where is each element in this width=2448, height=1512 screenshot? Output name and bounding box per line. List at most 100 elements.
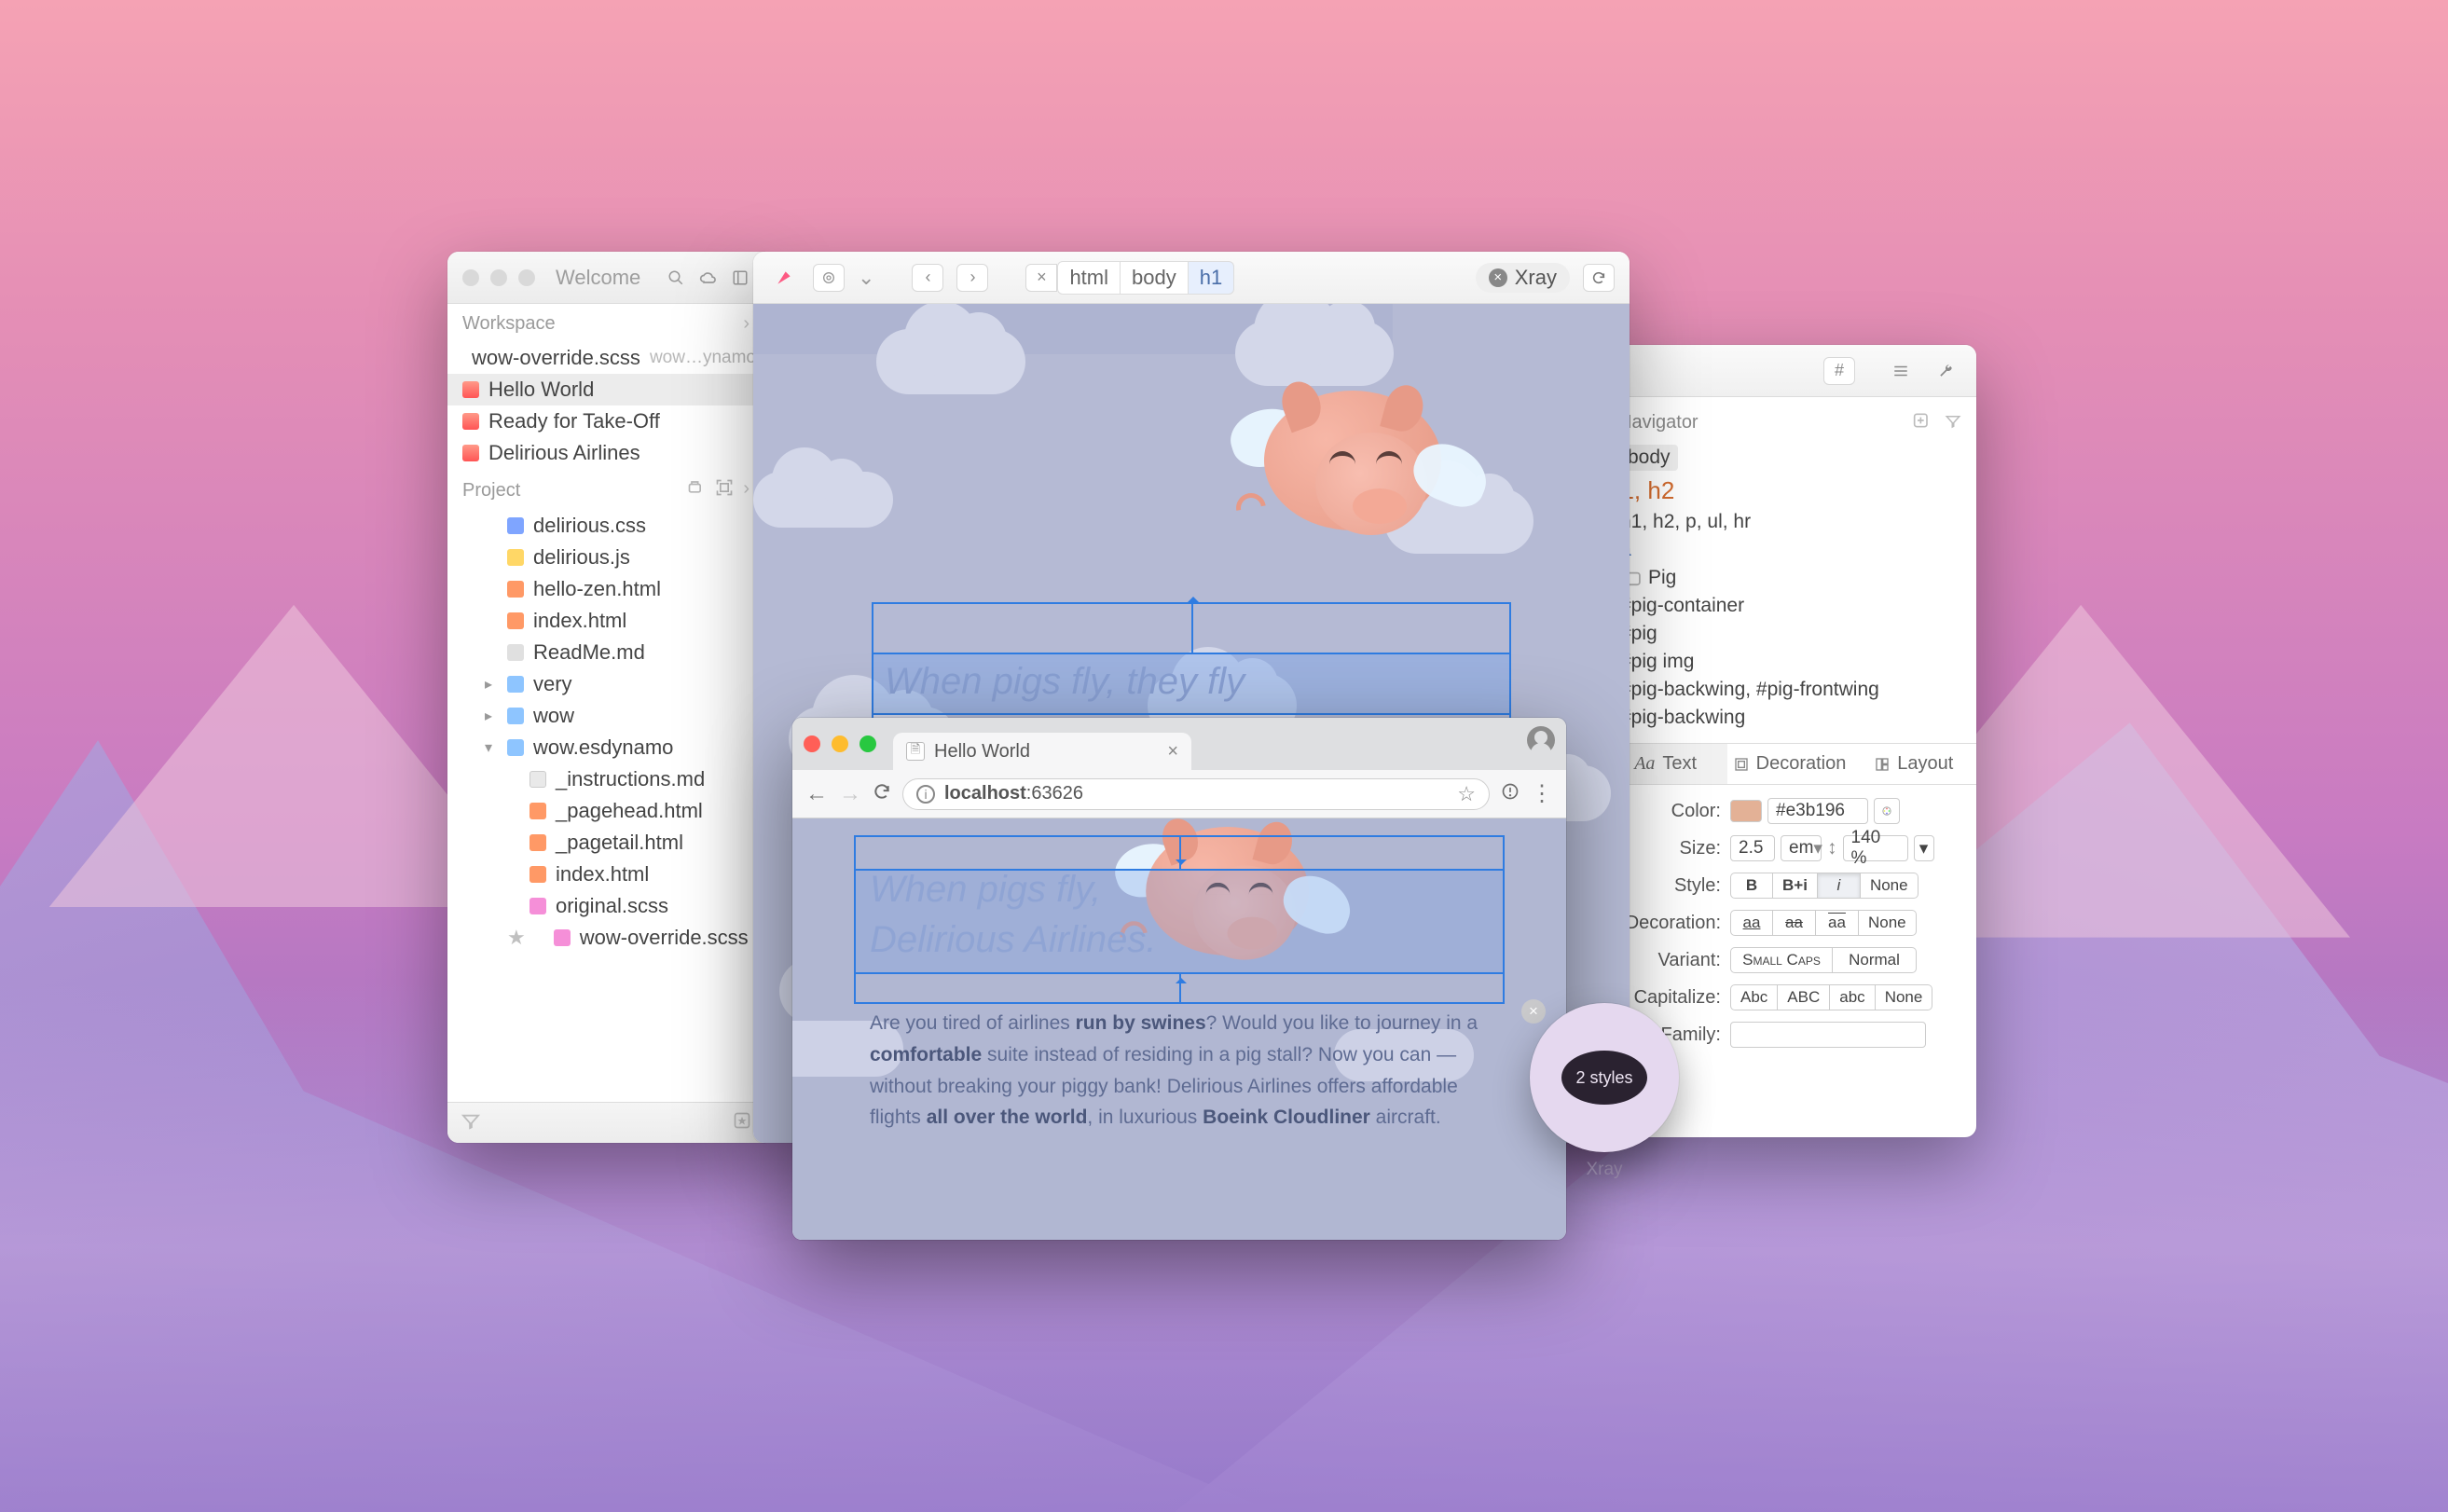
focus-icon[interactable] [715,478,734,502]
project-section-header[interactable]: Project › [447,469,764,510]
project-item[interactable]: ReadMe.md [447,637,764,668]
nav-back-button[interactable]: ← [805,781,828,807]
project-item[interactable]: delirious.css [447,510,764,542]
project-item[interactable]: index.html [447,605,764,637]
selector-item[interactable]: #pig-backwing [1620,704,1960,732]
workspace-item[interactable]: wow-override.scss wow…ynamo [447,342,764,374]
lineheight-field[interactable]: 140 % [1843,835,1908,861]
breadcrumb-html[interactable]: html [1057,261,1121,295]
project-item[interactable]: delirious.js [447,542,764,573]
style-italic[interactable]: i [1818,873,1861,899]
filter-icon[interactable] [461,1111,481,1135]
project-item[interactable]: index.html [447,859,764,890]
reload-button[interactable] [873,781,891,807]
xray-close-icon[interactable]: × [1521,999,1546,1024]
browser-tab[interactable]: 🗎 Hello World × [893,733,1191,770]
selector-item[interactable]: h1, h2, p, ul, hr [1620,508,1960,536]
workspace-section-header[interactable]: Workspace › [447,304,764,342]
deco-none[interactable]: None [1859,910,1917,936]
style-bold[interactable]: B [1730,873,1773,899]
extensions-icon[interactable] [1501,781,1520,807]
nav-forward-button[interactable]: → [839,781,861,807]
deco-overline[interactable]: aa [1816,910,1859,936]
xray-pill[interactable]: × Xray [1476,263,1570,293]
project-item[interactable]: ▸ wow [447,700,764,732]
filter-selectors-icon[interactable] [1945,413,1961,433]
reload-button[interactable] [1583,264,1615,292]
inspector-icon[interactable] [768,264,800,292]
zoom-light[interactable] [518,269,535,286]
project-item[interactable]: ▸ very [447,668,764,700]
cloud-icon[interactable] [699,264,718,292]
url-field[interactable]: i localhost:63626 ☆ [902,778,1490,810]
disclosure-icon[interactable]: ▾ [485,738,498,757]
close-light[interactable] [804,735,820,752]
project-item[interactable]: _pagetail.html [447,827,764,859]
selector-item[interactable]: #pig [1620,620,1960,648]
add-selector-icon[interactable] [1913,413,1937,433]
deco-strike[interactable]: aa [1773,910,1816,936]
color-picker-icon[interactable] [1874,798,1900,824]
close-light[interactable] [462,269,479,286]
selector-item[interactable]: a [1620,536,1960,564]
list-icon[interactable] [1885,357,1917,385]
bookmark-star-icon[interactable]: ☆ [1457,782,1476,806]
tab-layout[interactable]: Layout [1852,744,1976,784]
star-icon[interactable] [733,1111,751,1135]
selector-item[interactable]: #pig img [1620,648,1960,676]
site-info-icon[interactable]: i [916,785,935,804]
project-item[interactable]: ★ wow-override.scss [447,922,764,954]
profile-avatar-icon[interactable] [1527,726,1555,754]
style-none[interactable]: None [1861,873,1919,899]
minimize-light[interactable] [490,269,507,286]
cap-upper[interactable]: ABC [1778,984,1830,1010]
workspace-item[interactable]: Ready for Take-Off [447,405,764,437]
lineheight-unit[interactable]: ▾ [1914,835,1934,861]
zoom-light[interactable] [860,735,876,752]
menu-icon[interactable]: ⋮ [1531,780,1553,807]
style-boldit[interactable]: B+i [1773,873,1818,899]
selector-item[interactable]: #pig-backwing, #pig-frontwing [1620,676,1960,704]
cap-lower[interactable]: abc [1830,984,1875,1010]
file-name: Ready for Take-Off [488,409,660,433]
expand-icon[interactable] [731,264,750,292]
xray-close-icon[interactable]: × [1489,268,1507,287]
breadcrumb-h1[interactable]: h1 [1189,261,1234,295]
browser-viewport[interactable]: When pigs fly, Delirious Airlines. Are y… [792,818,1566,1240]
nav-forward-button[interactable]: › [956,264,988,292]
plugin-icon[interactable] [687,478,706,502]
disclosure-icon[interactable]: ▸ [485,675,498,694]
target-icon[interactable] [813,264,845,292]
chevron-down-icon[interactable]: ⌄ [858,266,874,290]
tab-decoration[interactable]: Decoration [1727,744,1851,784]
cap-title[interactable]: Abc [1730,984,1778,1010]
workspace-item[interactable]: Delirious Airlines [447,437,764,469]
selector-item[interactable]: #pig-container [1620,592,1960,620]
minimize-light[interactable] [832,735,848,752]
project-item[interactable]: _pagehead.html [447,795,764,827]
variant-normal[interactable]: Normal [1833,947,1917,973]
xray-bubble[interactable]: × 2 styles Xray [1525,1003,1684,1189]
search-icon[interactable] [667,264,685,292]
breadcrumb-close[interactable]: × [1025,264,1057,292]
hash-icon[interactable]: # [1823,357,1855,385]
wrench-icon[interactable] [1930,357,1961,385]
chevron-right-icon: › [743,478,750,502]
size-unit-select[interactable]: em▾ [1781,835,1822,861]
workspace-item[interactable]: Hello World [447,374,764,405]
size-value-field[interactable]: 2.5 [1730,835,1775,861]
project-item[interactable]: ▾ wow.esdynamo [447,732,764,763]
deco-underline[interactable]: aa [1730,910,1773,936]
project-item[interactable]: original.scss [447,890,764,922]
family-field[interactable] [1730,1022,1926,1048]
color-swatch[interactable] [1730,800,1762,822]
project-item[interactable]: hello-zen.html [447,573,764,605]
disclosure-icon[interactable]: ▸ [485,707,498,725]
color-hex-field[interactable]: #e3b196 [1767,798,1868,824]
nav-back-button[interactable]: ‹ [912,264,943,292]
cap-none[interactable]: None [1876,984,1933,1010]
breadcrumb-body[interactable]: body [1121,261,1189,295]
variant-smallcaps[interactable]: Small Caps [1730,947,1833,973]
project-item[interactable]: _instructions.md [447,763,764,795]
tab-close-icon[interactable]: × [1167,741,1178,763]
